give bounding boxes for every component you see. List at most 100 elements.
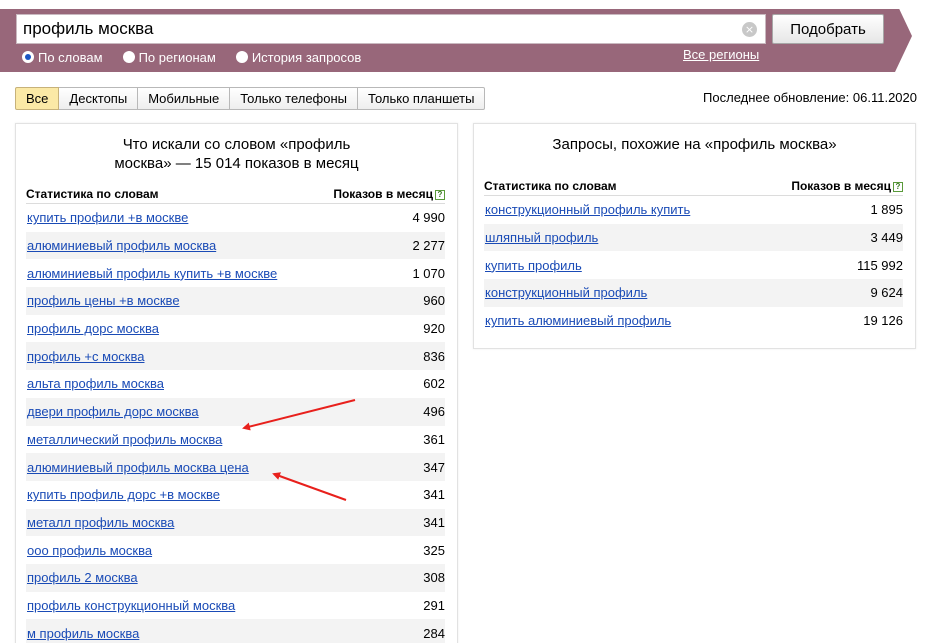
radio-unchecked-icon [235,51,248,63]
keyword-link[interactable]: двери профиль дорс москва [26,404,199,419]
keyword-link[interactable]: купить профиль дорс +в москве [26,487,220,502]
device-tabs: Все Десктопы Мобильные Только телефоны Т… [15,87,486,110]
column-header-keyword: Статистика по словам [484,179,617,193]
radio-checked-icon [22,51,34,63]
keyword-link[interactable]: алюминиевый профиль москва цена [26,460,249,475]
table-row: профиль цены +в москве 960 [26,287,445,315]
keyword-link[interactable]: альта профиль москва [26,376,164,391]
impressions-count: 291 [423,597,445,613]
radio-unchecked-icon [122,51,135,63]
keyword-link[interactable]: конструкционный профиль купить [484,202,690,217]
table-row: купить профиль 115 992 [484,251,903,279]
table-row: металл профиль москва 341 [26,508,445,537]
column-header-count: Показов в месяц? [791,176,903,195]
table-row: шляпный профиль 3 449 [484,223,903,252]
table-row: профиль +с москва 836 [26,342,445,371]
table-row: алюминиевый профиль купить +в москве 1 07… [26,259,445,287]
keyword-link[interactable]: профиль конструкционный москва [26,598,235,613]
column-header-keyword: Статистика по словам [26,187,159,201]
table-row: купить профили +в москве 4 990 [26,204,445,232]
search-box: × [16,14,766,44]
table-row: купить профиль дорс +в москве 341 [26,481,445,509]
impressions-count: 836 [423,348,445,364]
last-update-text: Последнее обновление: 06.11.2020 [703,90,917,105]
table-row: конструкционный профиль купить 1 895 [484,196,903,224]
keyword-link[interactable]: металл профиль москва [26,515,174,530]
impressions-count: 284 [423,625,445,641]
keyword-link[interactable]: алюминиевый профиль купить +в москве [26,266,277,281]
impressions-count: 341 [423,514,445,530]
keyword-link[interactable]: купить профиль [484,258,582,273]
impressions-count: 2 277 [412,238,445,254]
keyword-stats-panel: Что искали со словом «профиль москва» — … [15,123,458,643]
impressions-count: 3 449 [870,230,903,246]
panel-title: Запросы, похожие на «профиль москва» [552,136,837,153]
impressions-count: 1 895 [870,202,903,218]
clear-icon[interactable]: × [742,22,757,37]
table-row: ооо профиль москва 325 [26,536,445,564]
header-top-strip [0,0,941,9]
panel-title-line: Что искали со словом «профиль [122,136,351,153]
mode-label: История запросов [251,49,362,65]
table-row: профиль 2 москва 308 [26,563,445,592]
table-row: купить алюминиевый профиль 19 126 [484,307,903,335]
impressions-count: 19 126 [863,313,903,329]
keyword-link[interactable]: профиль дорс москва [26,321,159,336]
table-row: профиль конструкционный москва 291 [26,592,445,620]
keyword-link[interactable]: ооо профиль москва [26,543,152,558]
impressions-count: 4 990 [412,210,445,226]
search-input[interactable] [17,15,765,43]
keyword-link[interactable]: м профиль москва [26,626,139,641]
table-row: профиль дорс москва 920 [26,315,445,343]
panel-title-line: москва» — 15 014 показов в месяц [114,155,359,172]
mode-history[interactable]: История запросов [235,49,362,65]
table-row: металлический профиль москва 361 [26,426,445,454]
impressions-count: 325 [423,542,445,558]
keyword-link[interactable]: шляпный профиль [484,230,598,245]
table-row: м профиль москва 284 [26,619,445,643]
similar-query-list: конструкционный профиль купить 1 895 шляпн… [484,196,903,334]
impressions-count: 1 070 [412,265,445,281]
keyword-link[interactable]: купить профили +в москве [26,210,188,225]
impressions-count: 347 [423,459,445,475]
table-row: альта профиль москва 602 [26,370,445,398]
similar-queries-panel: Запросы, похожие на «профиль москва» Ста… [473,123,916,349]
column-header-count-label: Показов в месяц [791,179,891,193]
mode-label: По регионам [138,49,216,65]
impressions-count: 960 [423,293,445,309]
keyword-link[interactable]: профиль 2 москва [26,570,138,585]
keyword-link[interactable]: алюминиевый профиль москва [26,238,216,253]
table-row: алюминиевый профиль москва цена 347 [26,453,445,481]
table-header: Статистика по словам Показов в месяц? [484,176,903,196]
keyword-list: купить профили +в москве 4 990 алюминиевый… [26,204,445,643]
table-row: конструкционный профиль 9 624 [484,279,903,307]
table-header: Статистика по словам Показов в месяц? [26,184,445,204]
mode-label: По словам [38,49,103,65]
help-icon[interactable]: ? [435,190,445,200]
all-regions-link[interactable]: Все регионы [683,47,759,62]
mode-by-words[interactable]: По словам [22,50,103,65]
keyword-link[interactable]: профиль +с москва [26,349,144,364]
keyword-link[interactable]: конструкционный профиль [484,285,647,300]
tab-phones-only[interactable]: Только телефоны [230,87,359,110]
impressions-count: 115 992 [856,257,903,273]
keyword-link[interactable]: купить алюминиевый профиль [484,313,671,328]
impressions-count: 602 [423,376,445,392]
help-icon[interactable]: ? [893,182,903,192]
panel-title: Что искали со словом «профиль москва» — … [16,124,457,173]
tab-desktops[interactable]: Десктопы [59,87,139,110]
column-header-count: Показов в месяц? [333,184,445,203]
tab-tablets-only[interactable]: Только планшеты [358,87,486,110]
impressions-count: 9 624 [870,285,903,301]
tab-all[interactable]: Все [15,87,60,110]
keyword-link[interactable]: металлический профиль москва [26,432,222,447]
search-mode-selector: По словам По регионам История запросов [22,47,381,67]
table-row: двери профиль дорс москва 496 [26,397,445,426]
mode-by-regions[interactable]: По регионам [122,49,216,65]
tab-mobile[interactable]: Мобильные [138,87,231,110]
submit-button[interactable]: Подобрать [772,14,884,44]
keyword-link[interactable]: профиль цены +в москве [26,293,180,308]
impressions-count: 308 [423,570,445,586]
impressions-count: 496 [423,404,445,420]
table-row: алюминиевый профиль москва 2 277 [26,231,445,260]
